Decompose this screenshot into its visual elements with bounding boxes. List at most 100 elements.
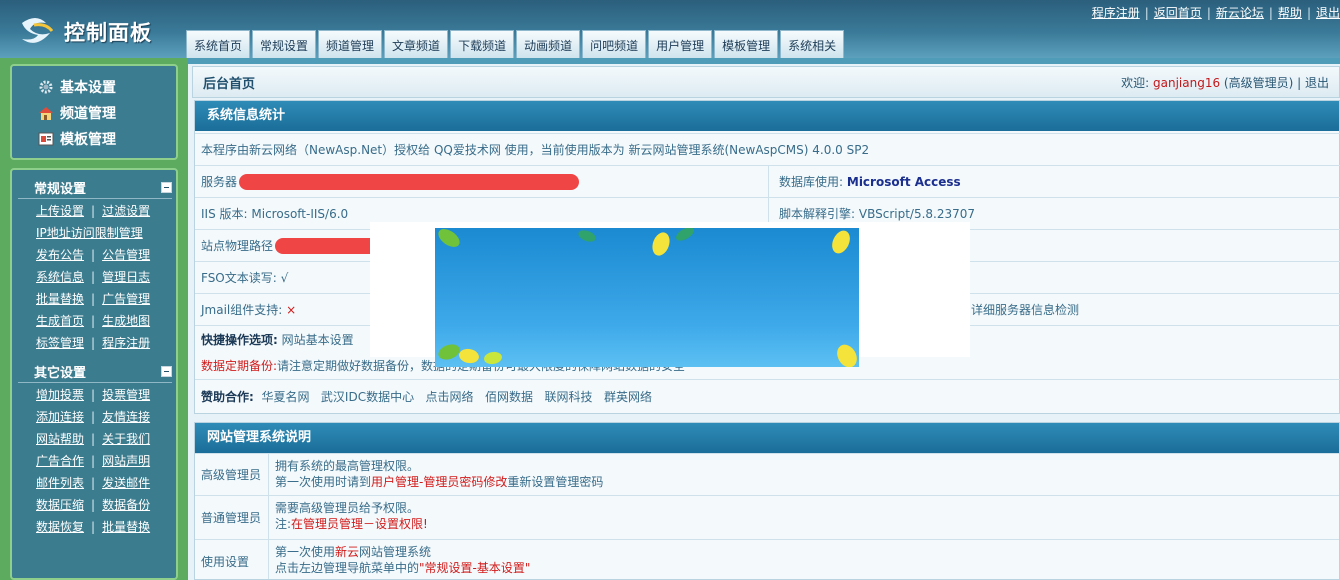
menu-group-title: 其它设置 [34, 365, 87, 381]
server-detail-link[interactable]: 详细服务器信息检测 [971, 301, 1079, 318]
menu-group-general: 上传设置 | 过滤设置 IP地址访问限制管理 发布公告 | 公告管理 系统信息 | 管理日志… [18, 198, 172, 360]
guide-panel: 网站管理系统说明 高级管理员 拥有系统的最高管理权限。 第一次使用时请到用户管理… [194, 422, 1340, 580]
header-bar: 控制面板 程序注册 | 返回首页 | 新云论坛 | 帮助 | 退出 系统首页 常规设置 频道管理… [0, 0, 1340, 58]
tab-template-management[interactable]: 模板管理 [714, 30, 779, 58]
menu-tag-management[interactable]: 标签管理 [36, 336, 84, 350]
guide-text: 需要高级管理员给予权限。 注:在管理员管理－设置权限! [275, 500, 428, 532]
tab-download-channel[interactable]: 下载频道 [450, 30, 515, 58]
quick-basic-settings-link[interactable]: 网站基本设置 [282, 331, 354, 348]
menu-site-help[interactable]: 网站帮助 [36, 432, 84, 446]
detail-cell: 详细服务器信息检测 [965, 294, 1079, 325]
menu-group-header-other[interactable]: 其它设置 [12, 360, 176, 382]
breadcrumb-bar: 后台首页 欢迎: ganjiang16 (高级管理员) | 退出 [192, 66, 1340, 98]
menu-admin-log[interactable]: 管理日志 [102, 270, 150, 284]
menu-generate-map[interactable]: 生成地图 [102, 314, 150, 328]
sponsor-cell: 赞助合作: 华夏名网 武汉IDC数据中心 点击网络 佰网数据 联网科技 群英网络 [195, 380, 652, 413]
server-label: 服务器 [201, 175, 238, 189]
sponsor-link[interactable]: 点击网络 [426, 388, 474, 405]
quick-label: 快捷操作选项: [201, 333, 278, 347]
sidebar-item-template-management[interactable]: 模板管理 [38, 126, 176, 152]
sidebar-item-channel-management[interactable]: 频道管理 [38, 100, 176, 126]
sponsor-link[interactable]: 武汉IDC数据中心 [321, 388, 414, 405]
menu-data-compress[interactable]: 数据压缩 [36, 498, 84, 512]
top-link-logout[interactable]: 退出 [1316, 6, 1340, 20]
tab-system-home[interactable]: 系统首页 [186, 30, 251, 58]
menu-data-backup[interactable]: 数据备份 [102, 498, 150, 512]
guide-text: 拥有系统的最高管理权限。 第一次使用时请到用户管理-管理员密码修改重新设置管理密… [275, 458, 603, 490]
sponsor-link[interactable]: 联网科技 [544, 388, 592, 405]
fso-cell: FSO文本读写: √ [195, 262, 288, 293]
menu-add-link[interactable]: 添加连接 [36, 410, 84, 424]
script-label: 脚本解释引擎: [779, 207, 856, 221]
path-label: 站点物理路径 [201, 239, 274, 253]
menu-ip-restriction[interactable]: IP地址访问限制管理 [36, 226, 143, 240]
template-icon [38, 131, 54, 147]
welcome-text: 欢迎: ganjiang16 (高级管理员) | 退出 [1121, 75, 1329, 90]
sponsor-link[interactable]: 华夏名网 [261, 388, 309, 405]
fso-value: √ [280, 270, 289, 285]
license-row: 本程序由新云网络（NewAsp.Net）授权给 QQ爱技术网 使用，当前使用版本… [195, 133, 1340, 165]
menu-generate-home[interactable]: 生成首页 [36, 314, 84, 328]
tab-article-channel[interactable]: 文章频道 [384, 30, 449, 58]
guide-text: 第一次使用新云网站管理系统 点击左边管理导航菜单中的"常规设置-基本设置" [275, 544, 530, 576]
tab-animation-channel[interactable]: 动画频道 [516, 30, 581, 58]
menu-friend-links[interactable]: 友情连接 [102, 410, 150, 424]
tab-system-related[interactable]: 系统相关 [780, 30, 845, 58]
sponsor-label: 赞助合作: [201, 390, 254, 404]
user-role: (高级管理员) [1223, 75, 1294, 90]
collapse-icon[interactable] [161, 181, 172, 193]
menu-batch-replace[interactable]: 批量替换 [36, 292, 84, 306]
menu-upload-settings[interactable]: 上传设置 [36, 204, 84, 218]
menu-notice-management[interactable]: 公告管理 [102, 248, 150, 262]
menu-ad-management[interactable]: 广告管理 [102, 292, 150, 306]
menu-program-register[interactable]: 程序注册 [102, 336, 150, 350]
top-link-home[interactable]: 返回首页 [1154, 6, 1202, 20]
menu-group-header-general[interactable]: 常规设置 [12, 176, 176, 198]
menu-publish-notice[interactable]: 发布公告 [36, 248, 84, 262]
iis-label: IIS 版本: [201, 207, 248, 221]
guide-line: 拥有系统的最高管理权限。 [275, 459, 420, 473]
jmail-label: Jmail组件支持: [201, 303, 283, 317]
menu-filter-settings[interactable]: 过滤设置 [102, 204, 150, 218]
tab-user-management[interactable]: 用户管理 [648, 30, 713, 58]
menu-site-statement[interactable]: 网站声明 [102, 454, 150, 468]
fso-label: FSO文本读写: [201, 271, 277, 285]
sidebar-menu: 常规设置 上传设置 | 过滤设置 IP地址访问限制管理 发布公告 | 公告管理 系统信息… [10, 168, 178, 580]
menu-system-info[interactable]: 系统信息 [36, 270, 84, 284]
menu-group-title: 常规设置 [34, 181, 87, 197]
guide-line: 需要高级管理员给予权限。 [275, 501, 420, 515]
guide-label: 普通管理员 [195, 496, 269, 539]
menu-mail-list[interactable]: 邮件列表 [36, 476, 84, 490]
menu-data-restore[interactable]: 数据恢复 [36, 520, 84, 534]
license-text: 本程序由新云网络（NewAsp.Net）授权给 QQ爱技术网 使用，当前使用版本… [201, 143, 870, 157]
redaction-mark [239, 174, 579, 190]
top-link-help[interactable]: 帮助 [1278, 6, 1302, 20]
menu-add-vote[interactable]: 增加投票 [36, 388, 84, 402]
logo: 控制面板 [16, 14, 152, 50]
tab-general-settings[interactable]: 常规设置 [252, 30, 317, 58]
menu-ad-cooperation[interactable]: 广告合作 [36, 454, 84, 468]
panel-title: 系统信息统计 [195, 101, 1339, 131]
tab-ask-channel[interactable]: 问吧频道 [582, 30, 647, 58]
sponsor-link[interactable]: 佰网数据 [485, 388, 533, 405]
tab-channel-management[interactable]: 频道管理 [318, 30, 383, 58]
guide-line: 第一次使用时请到用户管理-管理员密码修改重新设置管理密码 [275, 475, 604, 489]
guide-row: 普通管理员 需要高级管理员给予权限。 注:在管理员管理－设置权限! [195, 495, 1339, 539]
guide-line: 点击左边管理导航菜单中的"常规设置-基本设置" [275, 561, 531, 575]
logout-link[interactable]: 退出 [1305, 76, 1329, 90]
collapse-icon[interactable] [161, 365, 172, 377]
top-link-register[interactable]: 程序注册 [1092, 6, 1140, 20]
sponsor-link[interactable]: 群英网络 [604, 388, 652, 405]
menu-vote-management[interactable]: 投票管理 [102, 388, 150, 402]
menu-about-us[interactable]: 关于我们 [102, 432, 150, 446]
sidebar-item-basic-settings[interactable]: 基本设置 [38, 74, 176, 100]
menu-batch-replace-2[interactable]: 批量替换 [102, 520, 150, 534]
top-link-forum[interactable]: 新云论坛 [1216, 6, 1264, 20]
leaf-banner-image [435, 228, 859, 367]
guide-row: 使用设置 第一次使用新云网站管理系统 点击左边管理导航菜单中的"常规设置-基本设… [195, 539, 1339, 579]
menu-group-other: 增加投票 | 投票管理 添加连接 | 友情连接 网站帮助 | 关于我们 广告合作 | 网站声明 … [18, 382, 172, 544]
quick-cell: 快捷操作选项: 网站基本设置 [195, 326, 354, 353]
menu-send-mail[interactable]: 发送邮件 [102, 476, 150, 490]
popup-overlay[interactable] [370, 222, 970, 367]
sidebar-item-label: 模板管理 [60, 132, 116, 148]
